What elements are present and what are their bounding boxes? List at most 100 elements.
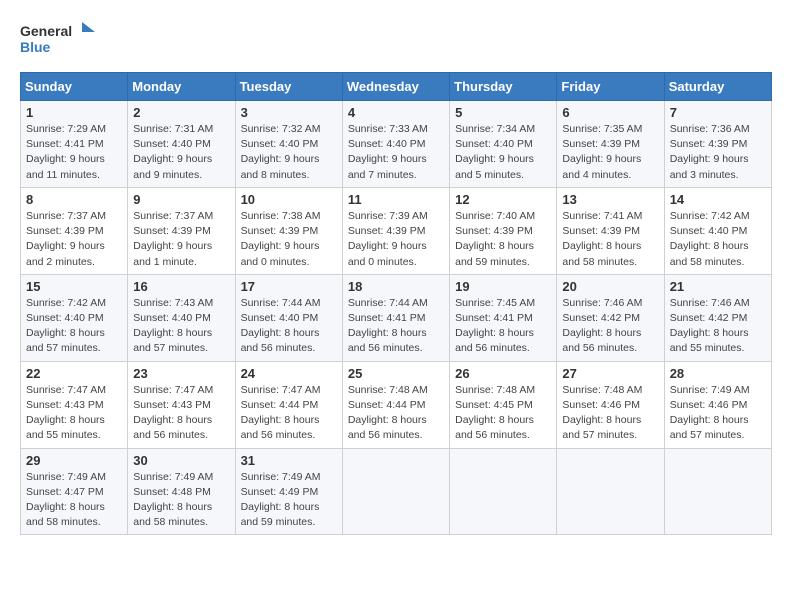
calendar-cell xyxy=(450,448,557,535)
day-info: Sunrise: 7:44 AMSunset: 4:41 PMDaylight:… xyxy=(348,296,444,357)
day-header-monday: Monday xyxy=(128,73,235,101)
calendar-cell: 28 Sunrise: 7:49 AMSunset: 4:46 PMDayligh… xyxy=(664,361,771,448)
calendar-cell: 15 Sunrise: 7:42 AMSunset: 4:40 PMDayligh… xyxy=(21,274,128,361)
day-info: Sunrise: 7:47 AMSunset: 4:43 PMDaylight:… xyxy=(26,383,122,444)
calendar-cell: 16 Sunrise: 7:43 AMSunset: 4:40 PMDayligh… xyxy=(128,274,235,361)
calendar-cell: 4Sunrise: 7:33 AMSunset: 4:40 PMDaylight… xyxy=(342,101,449,188)
day-info: Sunrise: 7:38 AMSunset: 4:39 PMDaylight:… xyxy=(241,209,337,270)
calendar-cell xyxy=(342,448,449,535)
day-number: 25 xyxy=(348,366,444,381)
day-info: Sunrise: 7:31 AMSunset: 4:40 PMDaylight:… xyxy=(133,122,229,183)
calendar-table: SundayMondayTuesdayWednesdayThursdayFrid… xyxy=(20,72,772,535)
calendar-week-row: 29 Sunrise: 7:49 AMSunset: 4:47 PMDayligh… xyxy=(21,448,772,535)
day-number: 24 xyxy=(241,366,337,381)
day-number: 26 xyxy=(455,366,551,381)
calendar-cell: 3 Sunrise: 7:32 AMSunset: 4:40 PMDaylight… xyxy=(235,101,342,188)
day-header-saturday: Saturday xyxy=(664,73,771,101)
day-header-sunday: Sunday xyxy=(21,73,128,101)
calendar-cell: 5 Sunrise: 7:34 AMSunset: 4:40 PMDaylight… xyxy=(450,101,557,188)
day-number: 20 xyxy=(562,279,658,294)
day-number: 14 xyxy=(670,192,766,207)
day-number: 15 xyxy=(26,279,122,294)
svg-text:General: General xyxy=(20,23,72,39)
day-info: Sunrise: 7:49 AMSunset: 4:46 PMDaylight:… xyxy=(670,383,766,444)
day-info: Sunrise: 7:48 AMSunset: 4:45 PMDaylight:… xyxy=(455,383,551,444)
day-number: 28 xyxy=(670,366,766,381)
day-info: Sunrise: 7:32 AMSunset: 4:40 PMDaylight:… xyxy=(241,122,337,183)
day-info: Sunrise: 7:29 AMSunset: 4:41 PMDaylight:… xyxy=(26,122,122,183)
day-info: Sunrise: 7:46 AMSunset: 4:42 PMDaylight:… xyxy=(670,296,766,357)
calendar-cell: 11 Sunrise: 7:39 AMSunset: 4:39 PMDayligh… xyxy=(342,187,449,274)
day-info: Sunrise: 7:45 AMSunset: 4:41 PMDaylight:… xyxy=(455,296,551,357)
calendar-week-row: 1 Sunrise: 7:29 AMSunset: 4:41 PMDaylight… xyxy=(21,101,772,188)
calendar-cell: 9 Sunrise: 7:37 AMSunset: 4:39 PMDaylight… xyxy=(128,187,235,274)
calendar-cell: 22 Sunrise: 7:47 AMSunset: 4:43 PMDayligh… xyxy=(21,361,128,448)
calendar-cell: 24Sunrise: 7:47 AMSunset: 4:44 PMDayligh… xyxy=(235,361,342,448)
calendar-cell: 27 Sunrise: 7:48 AMSunset: 4:46 PMDayligh… xyxy=(557,361,664,448)
day-info: Sunrise: 7:37 AMSunset: 4:39 PMDaylight:… xyxy=(133,209,229,270)
day-header-tuesday: Tuesday xyxy=(235,73,342,101)
day-info: Sunrise: 7:37 AMSunset: 4:39 PMDaylight:… xyxy=(26,209,122,270)
day-info: Sunrise: 7:49 AMSunset: 4:48 PMDaylight:… xyxy=(133,470,229,531)
day-number: 30 xyxy=(133,453,229,468)
day-number: 22 xyxy=(26,366,122,381)
day-number: 9 xyxy=(133,192,229,207)
day-number: 1 xyxy=(26,105,122,120)
day-info: Sunrise: 7:41 AMSunset: 4:39 PMDaylight:… xyxy=(562,209,658,270)
day-number: 17 xyxy=(241,279,337,294)
day-info: Sunrise: 7:42 AMSunset: 4:40 PMDaylight:… xyxy=(670,209,766,270)
day-header-thursday: Thursday xyxy=(450,73,557,101)
calendar-week-row: 8 Sunrise: 7:37 AMSunset: 4:39 PMDaylight… xyxy=(21,187,772,274)
calendar-cell: 23 Sunrise: 7:47 AMSunset: 4:43 PMDayligh… xyxy=(128,361,235,448)
calendar-cell: 25 Sunrise: 7:48 AMSunset: 4:44 PMDayligh… xyxy=(342,361,449,448)
calendar-cell: 12Sunrise: 7:40 AMSunset: 4:39 PMDayligh… xyxy=(450,187,557,274)
calendar-header-row: SundayMondayTuesdayWednesdayThursdayFrid… xyxy=(21,73,772,101)
calendar-cell: 13 Sunrise: 7:41 AMSunset: 4:39 PMDayligh… xyxy=(557,187,664,274)
day-number: 23 xyxy=(133,366,229,381)
day-number: 7 xyxy=(670,105,766,120)
day-number: 11 xyxy=(348,192,444,207)
svg-text:Blue: Blue xyxy=(20,39,51,55)
calendar-cell: 31Sunrise: 7:49 AMSunset: 4:49 PMDayligh… xyxy=(235,448,342,535)
day-number: 2 xyxy=(133,105,229,120)
calendar-cell: 14 Sunrise: 7:42 AMSunset: 4:40 PMDayligh… xyxy=(664,187,771,274)
day-info: Sunrise: 7:36 AMSunset: 4:39 PMDaylight:… xyxy=(670,122,766,183)
day-number: 21 xyxy=(670,279,766,294)
day-number: 6 xyxy=(562,105,658,120)
day-number: 16 xyxy=(133,279,229,294)
calendar-cell: 8 Sunrise: 7:37 AMSunset: 4:39 PMDaylight… xyxy=(21,187,128,274)
calendar-cell: 30 Sunrise: 7:49 AMSunset: 4:48 PMDayligh… xyxy=(128,448,235,535)
calendar-cell xyxy=(664,448,771,535)
day-info: Sunrise: 7:42 AMSunset: 4:40 PMDaylight:… xyxy=(26,296,122,357)
day-info: Sunrise: 7:47 AMSunset: 4:43 PMDaylight:… xyxy=(133,383,229,444)
calendar-cell: 20Sunrise: 7:46 AMSunset: 4:42 PMDayligh… xyxy=(557,274,664,361)
day-number: 27 xyxy=(562,366,658,381)
day-info: Sunrise: 7:39 AMSunset: 4:39 PMDaylight:… xyxy=(348,209,444,270)
day-info: Sunrise: 7:34 AMSunset: 4:40 PMDaylight:… xyxy=(455,122,551,183)
day-number: 13 xyxy=(562,192,658,207)
day-info: Sunrise: 7:49 AMSunset: 4:47 PMDaylight:… xyxy=(26,470,122,531)
calendar-cell: 21 Sunrise: 7:46 AMSunset: 4:42 PMDayligh… xyxy=(664,274,771,361)
day-number: 31 xyxy=(241,453,337,468)
page-header: General Blue xyxy=(20,20,772,62)
calendar-cell: 29 Sunrise: 7:49 AMSunset: 4:47 PMDayligh… xyxy=(21,448,128,535)
day-number: 12 xyxy=(455,192,551,207)
calendar-week-row: 22 Sunrise: 7:47 AMSunset: 4:43 PMDayligh… xyxy=(21,361,772,448)
day-number: 29 xyxy=(26,453,122,468)
day-info: Sunrise: 7:48 AMSunset: 4:46 PMDaylight:… xyxy=(562,383,658,444)
day-info: Sunrise: 7:43 AMSunset: 4:40 PMDaylight:… xyxy=(133,296,229,357)
day-info: Sunrise: 7:48 AMSunset: 4:44 PMDaylight:… xyxy=(348,383,444,444)
day-info: Sunrise: 7:44 AMSunset: 4:40 PMDaylight:… xyxy=(241,296,337,357)
day-number: 18 xyxy=(348,279,444,294)
calendar-week-row: 15 Sunrise: 7:42 AMSunset: 4:40 PMDayligh… xyxy=(21,274,772,361)
day-info: Sunrise: 7:35 AMSunset: 4:39 PMDaylight:… xyxy=(562,122,658,183)
day-number: 10 xyxy=(241,192,337,207)
day-number: 3 xyxy=(241,105,337,120)
day-header-friday: Friday xyxy=(557,73,664,101)
calendar-cell: 19Sunrise: 7:45 AMSunset: 4:41 PMDayligh… xyxy=(450,274,557,361)
day-number: 8 xyxy=(26,192,122,207)
day-header-wednesday: Wednesday xyxy=(342,73,449,101)
calendar-cell: 26 Sunrise: 7:48 AMSunset: 4:45 PMDayligh… xyxy=(450,361,557,448)
day-number: 5 xyxy=(455,105,551,120)
calendar-cell: 7 Sunrise: 7:36 AMSunset: 4:39 PMDaylight… xyxy=(664,101,771,188)
